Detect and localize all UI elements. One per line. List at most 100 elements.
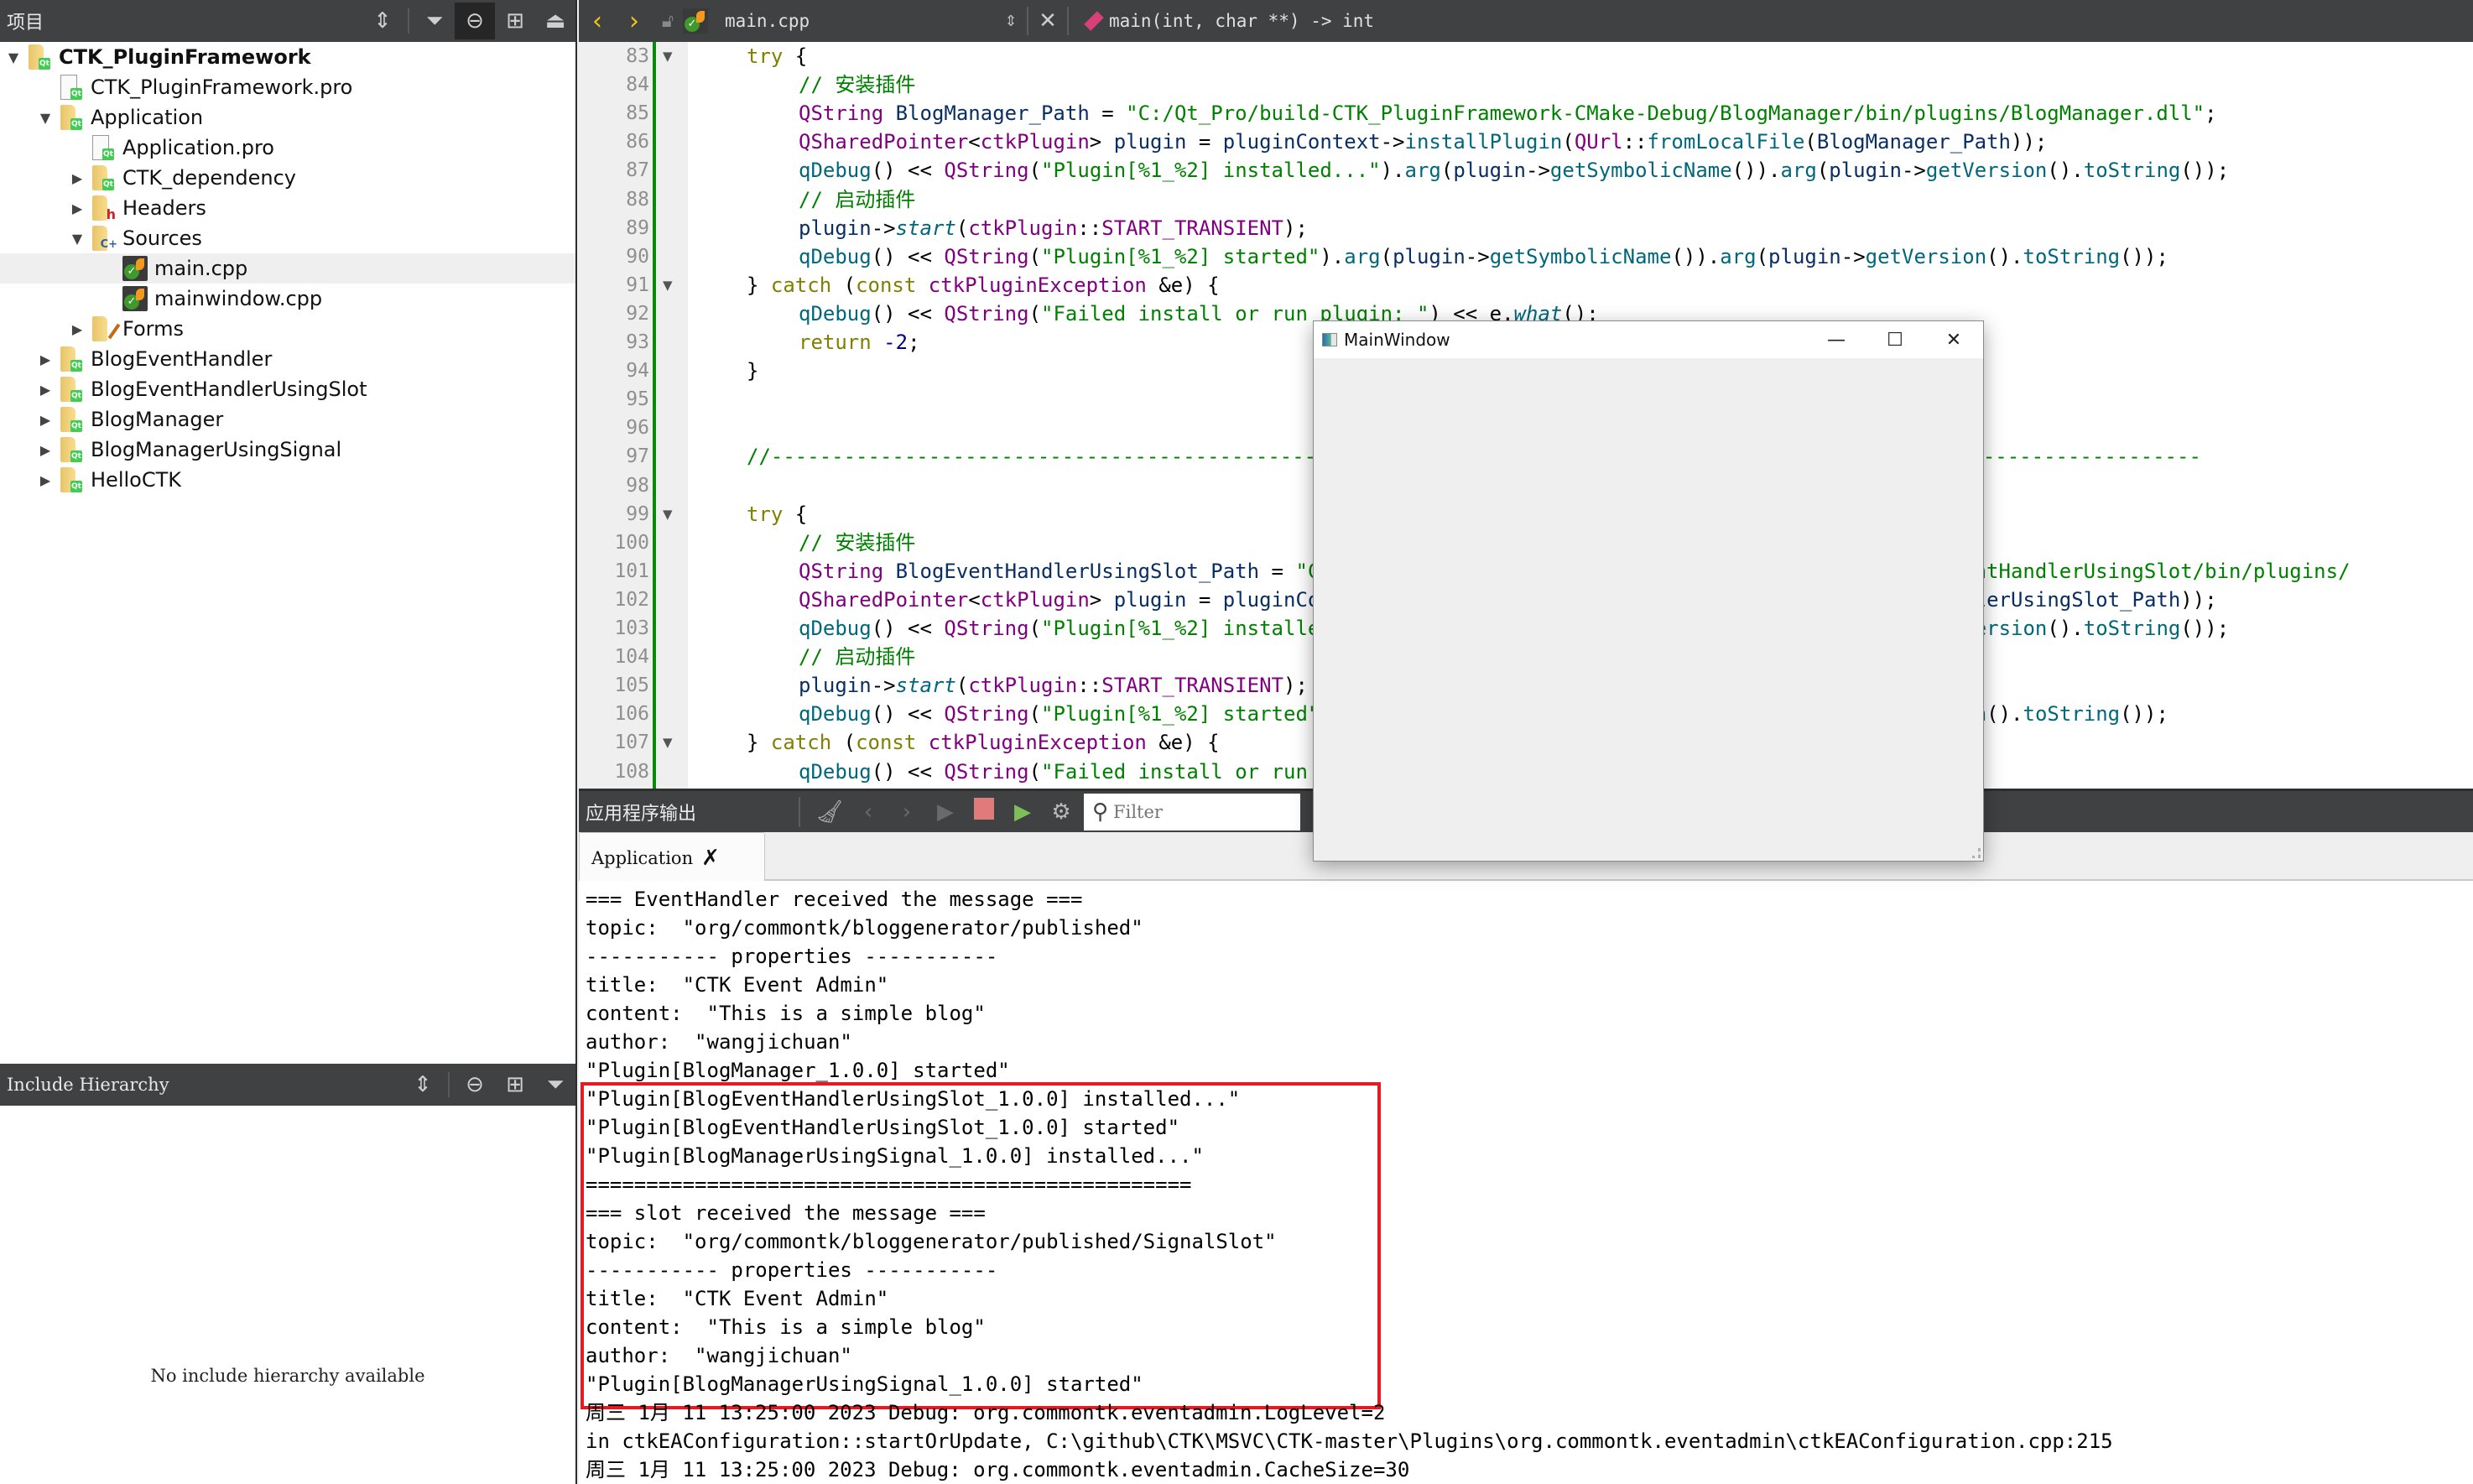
- tree-item[interactable]: ▶ Qt BlogEventHandlerUsingSlot: [0, 374, 575, 404]
- fold-arrow-icon[interactable]: ▼: [663, 728, 679, 757]
- link-with-editor-icon[interactable]: ⊖: [455, 1066, 495, 1103]
- view-select-updown-icon[interactable]: ⇕: [403, 1066, 443, 1103]
- close-panel-icon[interactable]: ⏏: [535, 3, 575, 39]
- code-line[interactable]: plugin->start(ctkPlugin::START_TRANSIENT…: [799, 214, 1308, 242]
- expanded-arrow-icon[interactable]: ▼: [37, 109, 54, 126]
- line-number: 96: [626, 417, 649, 440]
- code-token: QString: [944, 159, 1029, 183]
- settings-gear-icon[interactable]: ⚙: [1042, 799, 1080, 825]
- tree-item[interactable]: ▶ Qt BlogManagerUsingSignal: [0, 435, 575, 465]
- tree-item[interactable]: ▼ Qt Application: [0, 102, 575, 133]
- collapsed-arrow-icon[interactable]: ▶: [37, 471, 54, 488]
- tree-item[interactable]: ▶ Qt CTK_dependency: [0, 163, 575, 193]
- close-panel-icon[interactable]: ⏷: [535, 1066, 575, 1103]
- open-file-selector[interactable]: main.cpp: [725, 11, 1002, 31]
- code-token: (: [1816, 159, 1830, 183]
- link-with-editor-icon[interactable]: ⊖: [455, 3, 495, 39]
- tree-item[interactable]: ▶ Qt BlogEventHandler: [0, 344, 575, 374]
- go-forward-icon[interactable]: ›: [616, 7, 653, 36]
- collapsed-arrow-icon[interactable]: ▶: [37, 411, 54, 428]
- tree-item[interactable]: ▶ Qt BlogManager: [0, 404, 575, 435]
- code-token: getVersion: [1925, 159, 2048, 183]
- qt-project-folder-icon: Qt: [59, 467, 84, 492]
- fold-arrow-icon[interactable]: ▼: [663, 271, 679, 299]
- output-line: === slot received the message ===: [586, 1201, 986, 1225]
- code-line[interactable]: }: [747, 357, 758, 385]
- code-line[interactable]: try {: [747, 500, 807, 529]
- code-line[interactable]: } catch (const ctkPluginException &e) {: [747, 728, 1220, 757]
- tab-application[interactable]: Application ✗: [579, 832, 765, 883]
- collapsed-arrow-icon[interactable]: ▶: [69, 169, 86, 186]
- code-token: try: [747, 502, 784, 526]
- symbol-selector[interactable]: main(int, char **) -> int: [1109, 11, 1374, 31]
- code-line[interactable]: QSharedPointer<ctkPlugin> plugin = plugi…: [799, 128, 2047, 156]
- line-number: 105: [614, 674, 649, 697]
- output-line: title: "CTK Event Admin": [586, 1287, 889, 1310]
- collapsed-arrow-icon[interactable]: ▶: [69, 200, 86, 216]
- code-token: arg: [1344, 244, 1381, 268]
- next-item-icon[interactable]: ›: [888, 799, 926, 825]
- tree-item-label: HelloCTK: [91, 468, 181, 492]
- code-line[interactable]: } catch (const ctkPluginException &e) {: [747, 271, 1220, 299]
- expanded-arrow-icon[interactable]: ▼: [69, 230, 86, 247]
- code-token: );: [1283, 216, 1308, 240]
- code-line[interactable]: try {: [747, 42, 807, 70]
- code-line[interactable]: // 启动插件: [799, 643, 915, 671]
- tree-item[interactable]: ▶ Qt HelloCTK: [0, 465, 575, 495]
- split-add-icon[interactable]: ⊞: [495, 1066, 535, 1103]
- output-line: content: "This is a simple blog": [586, 1002, 986, 1025]
- code-line[interactable]: // 安装插件: [799, 70, 915, 99]
- maximize-button[interactable]: ☐: [1866, 330, 1924, 351]
- tree-item[interactable]: Qt Application.pro: [0, 133, 575, 163]
- file-dropdown-updown-icon[interactable]: ⇕: [1002, 13, 1020, 30]
- tree-item[interactable]: ▶ h Headers: [0, 193, 575, 223]
- application-output[interactable]: === EventHandler received the message ==…: [579, 881, 2473, 1484]
- code-line[interactable]: return -2;: [799, 328, 920, 357]
- collapsed-arrow-icon[interactable]: ▶: [69, 320, 86, 337]
- minimize-button[interactable]: —: [1807, 330, 1866, 351]
- code-token: QString: [799, 102, 896, 126]
- code-token: ());: [2120, 244, 2168, 268]
- resize-grip[interactable]: [1972, 848, 1981, 858]
- tree-item[interactable]: ✓ mainwindow.cpp: [0, 284, 575, 314]
- expanded-arrow-icon[interactable]: ▼: [5, 49, 22, 65]
- main-window-app[interactable]: MainWindow — ☐ ✕: [1313, 320, 1984, 862]
- code-line[interactable]: QString BlogManager_Path = "C:/Qt_Pro/bu…: [799, 99, 2217, 128]
- stop-icon[interactable]: [965, 798, 1003, 825]
- code-token: () <<: [871, 702, 945, 726]
- rerun-icon[interactable]: ▶: [926, 799, 965, 825]
- cpp-file-icon: ✓: [683, 8, 708, 34]
- code-line[interactable]: qDebug() << QString("Plugin[%1_%2] start…: [799, 242, 2168, 271]
- tree-item[interactable]: ▼ Qt CTK_PluginFramework: [0, 42, 575, 72]
- code-line[interactable]: plugin->start(ctkPlugin::START_TRANSIENT…: [799, 671, 1308, 700]
- close-tab-icon[interactable]: ✗: [701, 846, 720, 871]
- code-line[interactable]: qDebug() << QString("Plugin[%1_%2] insta…: [799, 156, 2229, 185]
- main-window-titlebar[interactable]: MainWindow — ☐ ✕: [1314, 321, 1983, 358]
- fold-arrow-icon[interactable]: ▼: [663, 500, 679, 529]
- tree-item-label: BlogManager: [91, 408, 224, 431]
- output-filter[interactable]: ⚲: [1084, 793, 1300, 831]
- view-select-updown-icon[interactable]: ⇕: [362, 3, 403, 39]
- tree-item[interactable]: ✓ main.cpp: [0, 253, 575, 284]
- filter-icon[interactable]: ⏷: [414, 3, 455, 39]
- collapsed-arrow-icon[interactable]: ▶: [37, 441, 54, 458]
- line-number: 92: [626, 302, 649, 325]
- attach-debugger-icon[interactable]: ▶: [1003, 799, 1042, 825]
- split-add-icon[interactable]: ⊞: [495, 3, 535, 39]
- clear-output-icon[interactable]: 🧹︎: [810, 799, 849, 825]
- code-line[interactable]: // 安装插件: [799, 529, 915, 557]
- tree-item[interactable]: Qt CTK_PluginFramework.pro: [0, 72, 575, 102]
- filter-input[interactable]: [1113, 801, 1265, 822]
- go-back-icon[interactable]: ‹: [579, 7, 616, 36]
- close-button[interactable]: ✕: [1924, 330, 1983, 351]
- previous-item-icon[interactable]: ‹: [849, 799, 888, 825]
- close-file-icon[interactable]: ✕: [1035, 8, 1060, 34]
- tree-item[interactable]: ▼ C+ Sources: [0, 223, 575, 253]
- line-number: 106: [614, 703, 649, 726]
- collapsed-arrow-icon[interactable]: ▶: [37, 381, 54, 398]
- collapsed-arrow-icon[interactable]: ▶: [37, 351, 54, 367]
- code-line[interactable]: // 启动插件: [799, 185, 915, 214]
- tree-item[interactable]: ▶ Forms: [0, 314, 575, 344]
- fold-arrow-icon[interactable]: ▼: [663, 42, 679, 70]
- tree-item-label: main.cpp: [154, 257, 248, 280]
